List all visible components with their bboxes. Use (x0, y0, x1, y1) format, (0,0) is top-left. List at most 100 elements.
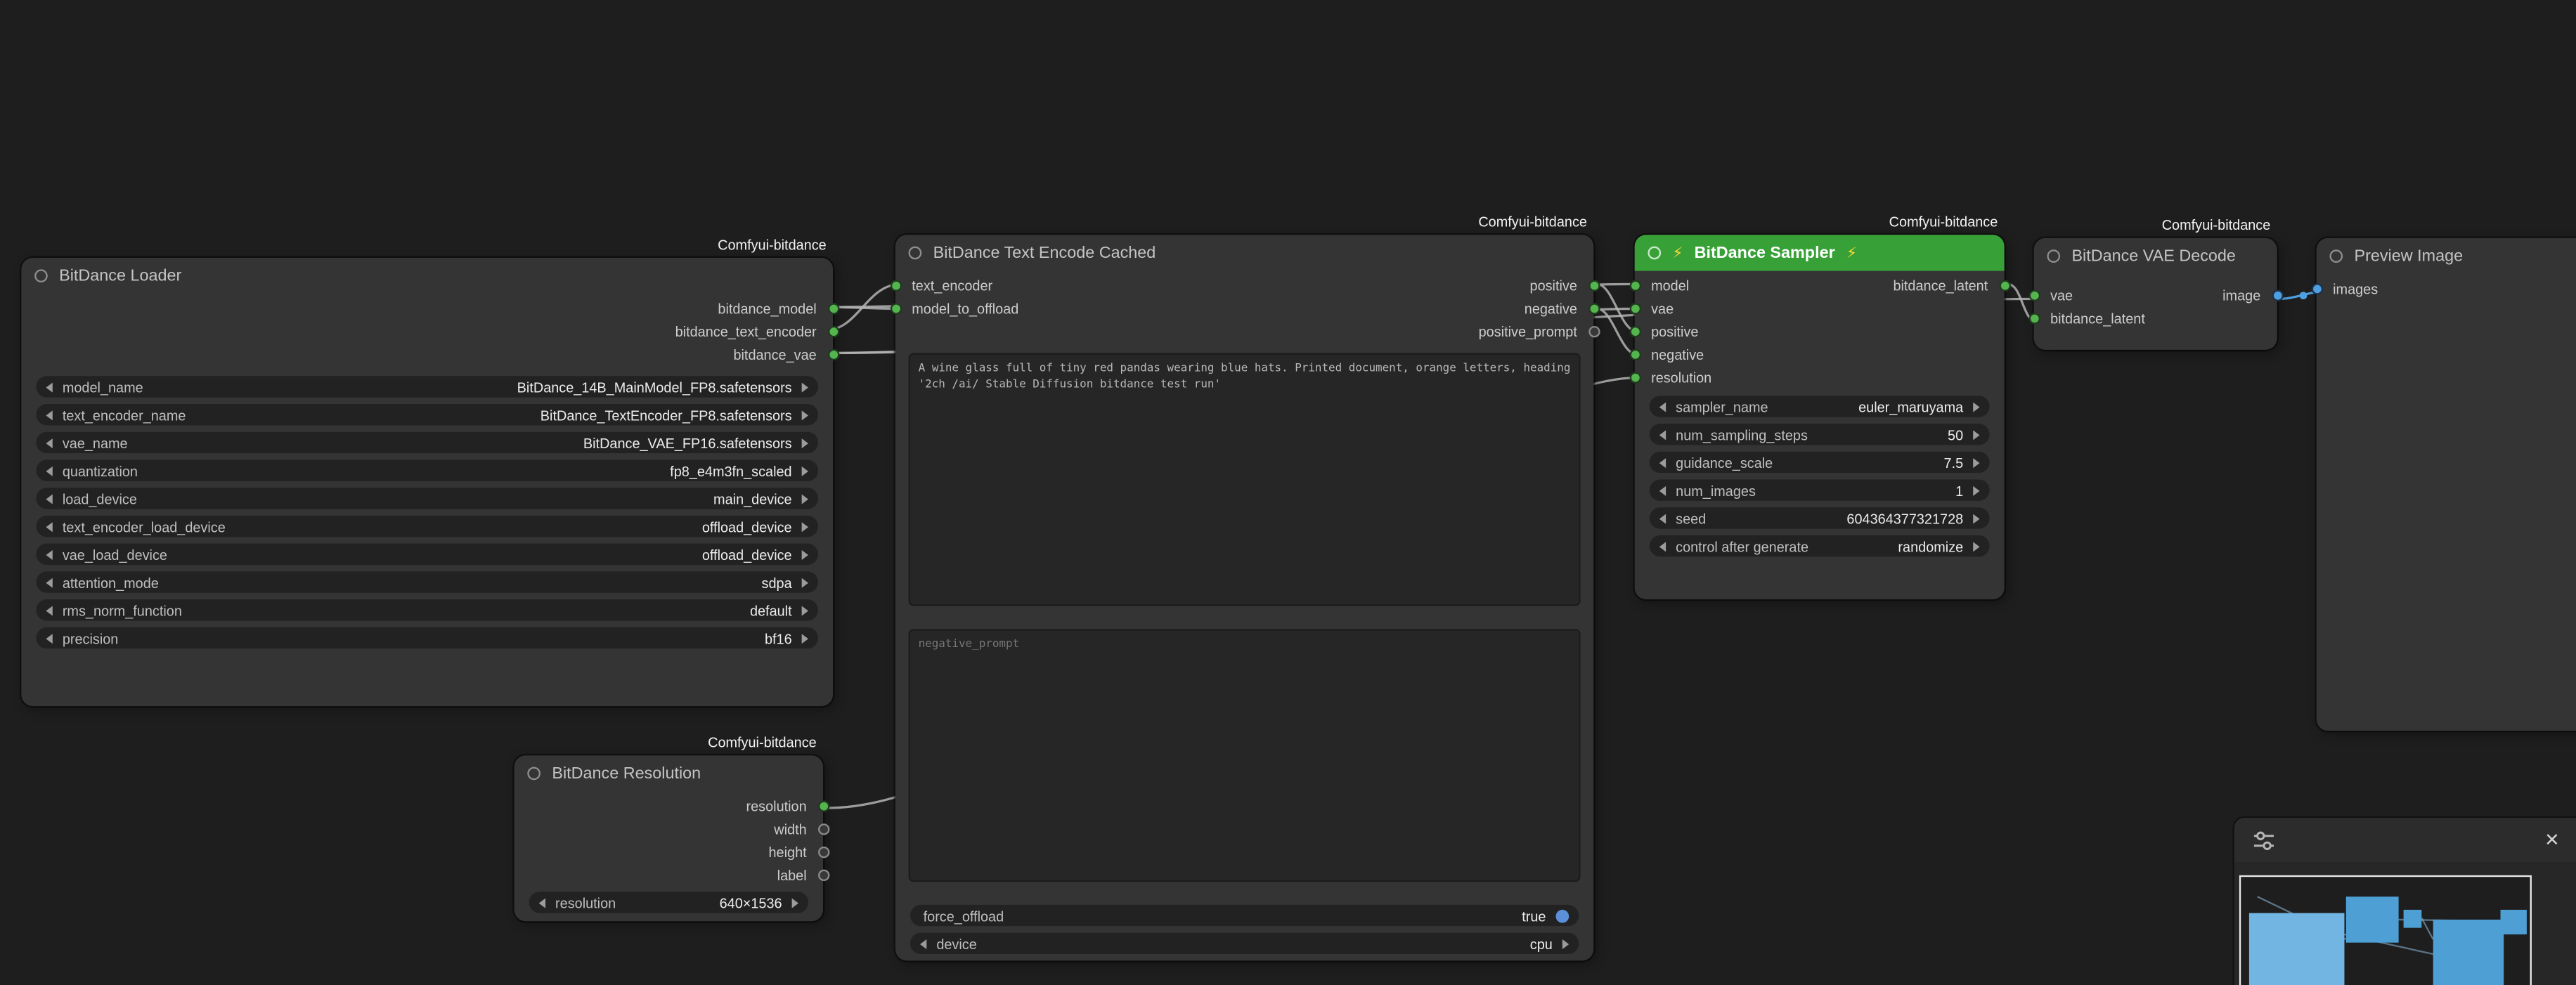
increment-arrow-icon[interactable] (802, 633, 808, 643)
input-socket-vae[interactable] (1629, 303, 1640, 314)
increment-arrow-icon[interactable] (1973, 513, 1979, 523)
close-icon[interactable]: ✕ (2544, 829, 2560, 850)
output-socket-resolution[interactable] (817, 800, 829, 811)
output-socket-image[interactable] (2271, 290, 2282, 301)
output-socket-positive[interactable] (1588, 280, 1599, 292)
decrement-arrow-icon[interactable] (1659, 541, 1666, 551)
widget-guidance-scale[interactable]: guidance_scale 7.5 (1650, 452, 1990, 473)
node-graph-canvas[interactable]: Comfyui-bitdance BitDance Loader bitdanc… (0, 0, 2576, 985)
input-socket-negative[interactable] (1629, 349, 1640, 360)
increment-arrow-icon[interactable] (802, 438, 808, 448)
increment-arrow-icon[interactable] (1973, 429, 1979, 439)
negative-prompt-textarea[interactable]: negative_prompt (909, 629, 1581, 882)
widget-attention-mode[interactable]: attention_mode sdpa (36, 571, 818, 592)
input-socket-vae[interactable] (2028, 290, 2040, 301)
increment-arrow-icon[interactable] (802, 578, 808, 587)
decrement-arrow-icon[interactable] (46, 605, 52, 615)
node-bitdance-vae-decode[interactable]: Comfyui-bitdance BitDance VAE Decode vae… (2034, 238, 2277, 350)
input-socket-images[interactable] (2311, 283, 2322, 294)
widget-control-after-generate[interactable]: control after generate randomize (1650, 535, 1990, 556)
collapse-dot-icon[interactable] (909, 247, 922, 260)
decrement-arrow-icon[interactable] (1659, 513, 1666, 523)
increment-arrow-icon[interactable] (802, 410, 808, 419)
widget-vae-name[interactable]: vae_name BitDance_VAE_FP16.safetensors (36, 432, 818, 453)
increment-arrow-icon[interactable] (1562, 939, 1569, 948)
decrement-arrow-icon[interactable] (46, 438, 52, 448)
collapse-dot-icon[interactable] (1648, 247, 1661, 260)
widget-quantization[interactable]: quantization fp8_e4m3fn_scaled (36, 459, 818, 481)
minimap-frame[interactable] (2239, 875, 2532, 985)
node-title-bar[interactable]: BitDance Loader (21, 258, 833, 294)
input-socket-positive[interactable] (1629, 326, 1640, 337)
widget-device[interactable]: device cpu (910, 933, 1579, 954)
decrement-arrow-icon[interactable] (46, 521, 52, 531)
decrement-arrow-icon[interactable] (46, 410, 52, 419)
collapse-dot-icon[interactable] (2329, 249, 2343, 263)
widget-vae-load-device[interactable]: vae_load_device offload_device (36, 544, 818, 565)
boolean-toggle-icon[interactable] (1556, 909, 1569, 922)
input-socket-text-encoder[interactable] (890, 280, 901, 292)
collapse-dot-icon[interactable] (2047, 249, 2060, 263)
minimap-viewport[interactable] (2234, 862, 2576, 985)
output-socket-height[interactable] (817, 847, 829, 858)
input-socket-model[interactable] (1629, 280, 1640, 292)
increment-arrow-icon[interactable] (802, 549, 808, 559)
decrement-arrow-icon[interactable] (46, 633, 52, 643)
node-preview-image[interactable]: Preview Image images (2317, 238, 2576, 731)
widget-rms-norm-function[interactable]: rms_norm_function default (36, 599, 818, 620)
node-bitdance-loader[interactable]: Comfyui-bitdance BitDance Loader bitdanc… (21, 258, 833, 706)
settings-sliders-icon[interactable] (2251, 827, 2277, 853)
increment-arrow-icon[interactable] (802, 381, 808, 391)
increment-arrow-icon[interactable] (802, 493, 808, 503)
increment-arrow-icon[interactable] (1973, 401, 1979, 411)
collapse-dot-icon[interactable] (34, 269, 48, 282)
collapse-dot-icon[interactable] (527, 767, 541, 781)
decrement-arrow-icon[interactable] (1659, 401, 1666, 411)
decrement-arrow-icon[interactable] (46, 549, 52, 559)
node-title-bar[interactable]: BitDance Text Encode Cached (895, 235, 1593, 270)
output-socket-bitdance-latent[interactable] (1998, 280, 2009, 292)
output-socket-label[interactable] (817, 870, 829, 881)
increment-arrow-icon[interactable] (1973, 541, 1979, 551)
widget-text-encoder-load-device[interactable]: text_encoder_load_device offload_device (36, 516, 818, 537)
node-title-bar[interactable]: BitDance VAE Decode (2034, 238, 2277, 274)
decrement-arrow-icon[interactable] (46, 466, 52, 476)
decrement-arrow-icon[interactable] (46, 493, 52, 503)
node-title-bar[interactable]: ⚡ BitDance Sampler ⚡ (1635, 235, 2005, 270)
increment-arrow-icon[interactable] (802, 605, 808, 615)
widget-resolution[interactable]: resolution 640×1536 (529, 892, 808, 913)
decrement-arrow-icon[interactable] (46, 578, 52, 587)
widget-text-encoder-name[interactable]: text_encoder_name BitDance_TextEncoder_F… (36, 404, 818, 425)
increment-arrow-icon[interactable] (1973, 457, 1979, 467)
output-socket-bitdance-text-encoder[interactable] (827, 326, 839, 337)
input-socket-model-to-offload[interactable] (890, 303, 901, 314)
node-bitdance-text-encode-cached[interactable]: Comfyui-bitdance BitDance Text Encode Ca… (895, 235, 1593, 960)
widget-sampler-name[interactable]: sampler_name euler_maruyama (1650, 396, 1990, 417)
widget-num-images[interactable]: num_images 1 (1650, 480, 1990, 501)
decrement-arrow-icon[interactable] (46, 381, 52, 391)
input-socket-resolution[interactable] (1629, 372, 1640, 383)
positive-prompt-textarea[interactable]: A wine glass full of tiny red pandas wea… (909, 353, 1581, 606)
output-socket-width[interactable] (817, 823, 829, 835)
decrement-arrow-icon[interactable] (920, 939, 926, 948)
decrement-arrow-icon[interactable] (1659, 429, 1666, 439)
increment-arrow-icon[interactable] (1973, 485, 1979, 495)
decrement-arrow-icon[interactable] (539, 897, 545, 907)
output-socket-bitdance-model[interactable] (827, 303, 839, 314)
widget-force-offload[interactable]: force_offload true (910, 905, 1579, 926)
output-socket-positive-prompt[interactable] (1588, 326, 1599, 337)
input-socket-bitdance-latent[interactable] (2028, 313, 2040, 324)
node-title-bar[interactable]: BitDance Resolution (514, 755, 823, 791)
widget-load-device[interactable]: load_device main_device (36, 488, 818, 509)
increment-arrow-icon[interactable] (802, 521, 808, 531)
decrement-arrow-icon[interactable] (1659, 457, 1666, 467)
output-socket-negative[interactable] (1588, 303, 1599, 314)
widget-model-name[interactable]: model_name BitDance_14B_MainModel_FP8.sa… (36, 376, 818, 397)
widget-num-sampling-steps[interactable]: num_sampling_steps 50 (1650, 424, 1990, 445)
node-bitdance-resolution[interactable]: Comfyui-bitdance BitDance Resolution res… (514, 755, 823, 921)
decrement-arrow-icon[interactable] (1659, 485, 1666, 495)
increment-arrow-icon[interactable] (802, 466, 808, 476)
widget-precision[interactable]: precision bf16 (36, 627, 818, 648)
output-socket-bitdance-vae[interactable] (827, 349, 839, 360)
node-title-bar[interactable]: Preview Image (2317, 238, 2576, 274)
